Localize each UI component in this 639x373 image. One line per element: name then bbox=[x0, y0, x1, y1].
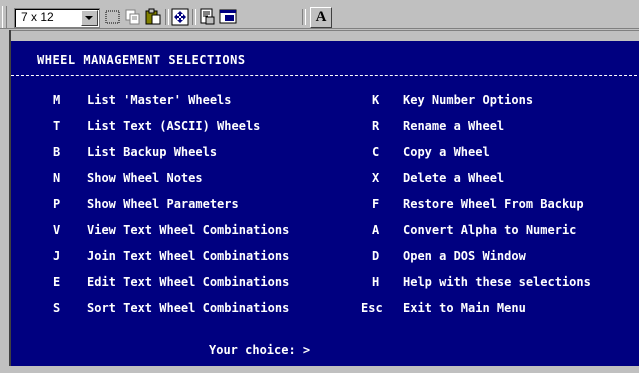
menu-key[interactable]: C bbox=[372, 145, 379, 159]
font-button[interactable]: A bbox=[310, 7, 332, 28]
menu-key[interactable]: J bbox=[53, 249, 60, 263]
menu-key[interactable]: H bbox=[372, 275, 379, 289]
chevron-down-icon[interactable] bbox=[81, 10, 98, 26]
menu-label[interactable]: Copy a Wheel bbox=[403, 145, 490, 159]
menu-label[interactable]: Restore Wheel From Backup bbox=[403, 197, 584, 211]
menu-label[interactable]: Show Wheel Notes bbox=[87, 171, 203, 185]
paste-icon[interactable] bbox=[144, 8, 162, 26]
toolbar: 7 x 12 A bbox=[0, 0, 639, 29]
copy-icon[interactable] bbox=[124, 8, 142, 26]
menu-key[interactable]: Esc bbox=[361, 301, 383, 315]
choice-prompt[interactable]: Your choice: > bbox=[209, 343, 310, 357]
menu-key[interactable]: E bbox=[53, 275, 60, 289]
menu-label[interactable]: List Text (ASCII) Wheels bbox=[87, 119, 260, 133]
console-screen[interactable]: WHEEL MANAGEMENT SELECTIONS M List 'Maste… bbox=[9, 41, 639, 366]
console-bottom-strip bbox=[9, 366, 639, 373]
toolbar-grip bbox=[2, 6, 7, 28]
menu-label[interactable]: Sort Text Wheel Combinations bbox=[87, 301, 289, 315]
menu-title: WHEEL MANAGEMENT SELECTIONS bbox=[37, 53, 246, 67]
menu-label[interactable]: Key Number Options bbox=[403, 93, 533, 107]
menu-label[interactable]: Rename a Wheel bbox=[403, 119, 504, 133]
menu-key[interactable]: M bbox=[53, 93, 60, 107]
background-icon[interactable] bbox=[219, 8, 237, 26]
toolbar-separator bbox=[165, 9, 169, 25]
menu-label[interactable]: Help with these selections bbox=[403, 275, 591, 289]
select-icon[interactable] bbox=[104, 8, 122, 26]
font-size-select[interactable]: 7 x 12 bbox=[14, 8, 100, 28]
fullscreen-icon[interactable] bbox=[171, 8, 189, 26]
menu-key[interactable]: R bbox=[372, 119, 379, 133]
menu-key[interactable]: S bbox=[53, 301, 60, 315]
menu-key[interactable]: F bbox=[372, 197, 379, 211]
menu-label[interactable]: Edit Text Wheel Combinations bbox=[87, 275, 289, 289]
menu-label[interactable]: View Text Wheel Combinations bbox=[87, 223, 289, 237]
menu-key[interactable]: T bbox=[53, 119, 60, 133]
menu-label[interactable]: Delete a Wheel bbox=[403, 171, 504, 185]
console-left-edge bbox=[9, 30, 11, 373]
menu-key[interactable]: A bbox=[372, 223, 379, 237]
menu-key[interactable]: P bbox=[53, 197, 60, 211]
menu-label[interactable]: List Backup Wheels bbox=[87, 145, 217, 159]
menu-key[interactable]: B bbox=[53, 145, 60, 159]
properties-icon[interactable] bbox=[198, 8, 216, 26]
toolbar-separator bbox=[302, 9, 306, 25]
toolbar-separator bbox=[192, 9, 196, 25]
menu-key[interactable]: K bbox=[372, 93, 379, 107]
menu-label[interactable]: Open a DOS Window bbox=[403, 249, 526, 263]
menu-label[interactable]: Show Wheel Parameters bbox=[87, 197, 239, 211]
divider bbox=[11, 75, 637, 76]
menu-key[interactable]: V bbox=[53, 223, 60, 237]
menu-key[interactable]: N bbox=[53, 171, 60, 185]
menu-key[interactable]: D bbox=[372, 249, 379, 263]
menu-label[interactable]: Exit to Main Menu bbox=[403, 301, 526, 315]
menu-label[interactable]: List 'Master' Wheels bbox=[87, 93, 232, 107]
menu-label[interactable]: Join Text Wheel Combinations bbox=[87, 249, 289, 263]
menu-label[interactable]: Convert Alpha to Numeric bbox=[403, 223, 576, 237]
font-size-value: 7 x 12 bbox=[21, 10, 54, 24]
menu-key[interactable]: X bbox=[372, 171, 379, 185]
